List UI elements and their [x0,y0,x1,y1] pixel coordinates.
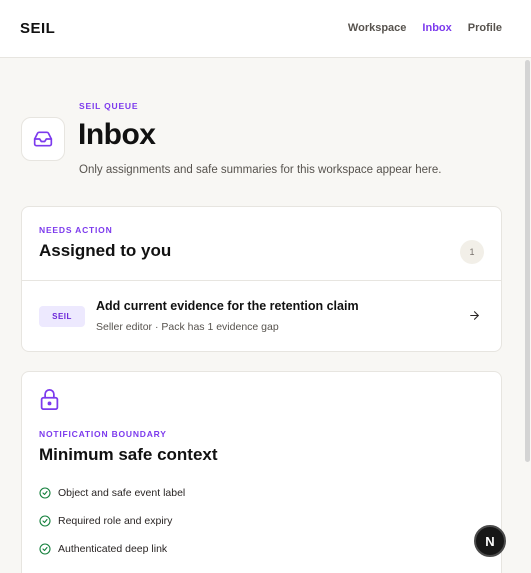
nav-profile[interactable]: Profile [468,22,502,34]
nav-inbox[interactable]: Inbox [422,22,451,34]
page-title: Inbox [78,118,156,151]
lock-icon [39,388,60,416]
inbox-icon [21,117,65,161]
check-circle-icon [39,487,51,499]
arrow-right-icon[interactable] [468,309,481,327]
check-label: Required role and expiry [58,515,173,527]
assigned-title: Assigned to you [39,241,172,260]
assigned-eyebrow: NEEDS ACTION [39,225,113,235]
count-badge: 1 [460,240,484,264]
boundary-title: Minimum safe context [39,445,218,464]
page-description: Only assignments and safe summaries for … [79,164,442,176]
top-nav: Workspace Inbox Profile [348,22,502,34]
assignment-tag: SEIL [39,306,85,327]
assigned-card: NEEDS ACTION Assigned to you 1 SEIL Add … [21,206,502,352]
check-item: Authenticated deep link [39,543,167,555]
hero-eyebrow: SEIL QUEUE [79,101,139,111]
check-label: Object and safe event label [58,487,186,499]
check-item: Required role and expiry [39,515,172,527]
check-circle-icon [39,515,51,527]
boundary-eyebrow: NOTIFICATION BOUNDARY [39,429,167,439]
assignment-title: Add current evidence for the retention c… [96,299,359,313]
check-label: Authenticated deep link [58,543,168,555]
boundary-card: NOTIFICATION BOUNDARY Minimum safe conte… [21,371,502,573]
dev-tools-button[interactable]: N [474,525,506,557]
nav-workspace[interactable]: Workspace [348,22,407,34]
app-logo[interactable]: SEIL [20,20,55,37]
assignment-subtitle: Seller editor · Pack has 1 evidence gap [96,321,279,333]
page-scrollbar[interactable] [525,60,530,462]
top-header: SEIL Workspace Inbox Profile [0,0,531,58]
check-item: Object and safe event label [39,487,185,499]
assignment-row[interactable]: SEIL Add current evidence for the retent… [22,281,501,353]
check-circle-icon [39,543,51,555]
